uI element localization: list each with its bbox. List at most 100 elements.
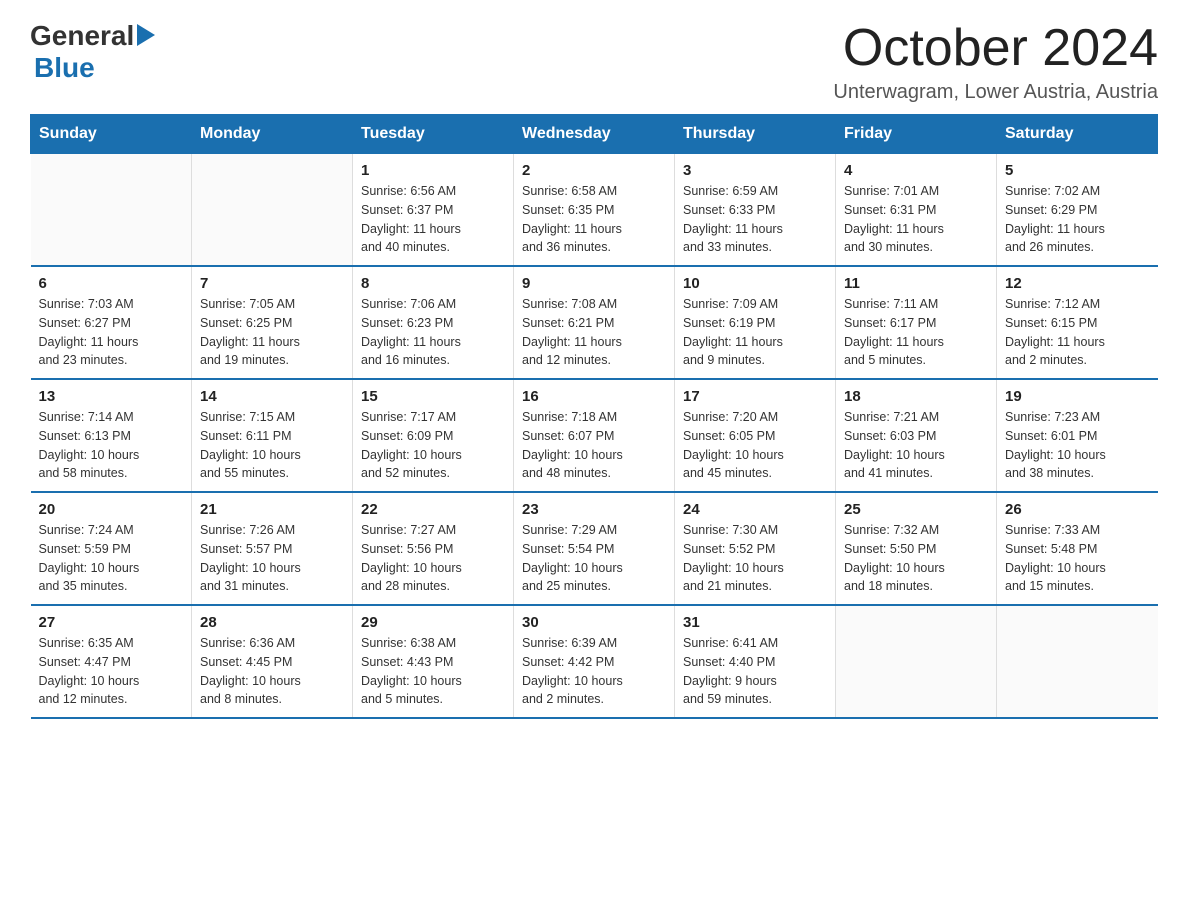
page-header: General Blue October 2024 Unterwagram, L… [30, 20, 1158, 104]
day-number: 1 [361, 162, 505, 179]
day-number: 24 [683, 501, 827, 518]
day-info: Sunrise: 7:06 AM Sunset: 6:23 PM Dayligh… [361, 295, 505, 370]
day-number: 18 [844, 388, 988, 405]
calendar-cell: 1Sunrise: 6:56 AM Sunset: 6:37 PM Daylig… [353, 154, 514, 267]
day-info: Sunrise: 7:26 AM Sunset: 5:57 PM Dayligh… [200, 521, 344, 596]
day-number: 12 [1005, 275, 1150, 292]
calendar-cell: 20 Sunrise: 7:24 AM Sunset: 5:59 PM Dayli… [31, 492, 192, 605]
title-block: October 2024 Unterwagram, Lower Austria,… [833, 20, 1158, 104]
logo-general-text: General [30, 20, 134, 52]
calendar-header: SundayMondayTuesdayWednesdayThursdayFrid… [31, 115, 1158, 154]
day-info: Sunrise: 7:21 AM Sunset: 6:03 PM Dayligh… [844, 408, 988, 483]
day-number: 6 [39, 275, 184, 292]
calendar-cell: 28 Sunrise: 6:36 AM Sunset: 4:45 PM Dayli… [192, 605, 353, 718]
calendar-cell: 22 Sunrise: 7:27 AM Sunset: 5:56 PM Dayli… [353, 492, 514, 605]
day-info: Sunrise: 7:02 AM Sunset: 6:29 PM Dayligh… [1005, 182, 1150, 257]
calendar-cell: 5 Sunrise: 7:02 AM Sunset: 6:29 PM Daylig… [997, 154, 1158, 267]
day-number: 10 [683, 275, 827, 292]
calendar-cell: 8 Sunrise: 7:06 AM Sunset: 6:23 PM Daylig… [353, 266, 514, 379]
calendar-table: SundayMondayTuesdayWednesdayThursdayFrid… [30, 114, 1158, 719]
day-number: 8 [361, 275, 505, 292]
calendar-cell: 29Sunrise: 6:38 AM Sunset: 4:43 PM Dayli… [353, 605, 514, 718]
calendar-cell: 13Sunrise: 7:14 AM Sunset: 6:13 PM Dayli… [31, 379, 192, 492]
day-number: 27 [39, 614, 184, 631]
day-info: Sunrise: 6:35 AM Sunset: 4:47 PM Dayligh… [39, 634, 184, 709]
day-info: Sunrise: 7:17 AM Sunset: 6:09 PM Dayligh… [361, 408, 505, 483]
day-info: Sunrise: 7:32 AM Sunset: 5:50 PM Dayligh… [844, 521, 988, 596]
day-info: Sunrise: 7:29 AM Sunset: 5:54 PM Dayligh… [522, 521, 666, 596]
day-number: 20 [39, 501, 184, 518]
page-title: October 2024 [833, 20, 1158, 77]
calendar-week-row: 6Sunrise: 7:03 AM Sunset: 6:27 PM Daylig… [31, 266, 1158, 379]
day-number: 31 [683, 614, 827, 631]
day-info: Sunrise: 7:01 AM Sunset: 6:31 PM Dayligh… [844, 182, 988, 257]
day-number: 30 [522, 614, 666, 631]
calendar-cell: 6Sunrise: 7:03 AM Sunset: 6:27 PM Daylig… [31, 266, 192, 379]
calendar-header-row: SundayMondayTuesdayWednesdayThursdayFrid… [31, 115, 1158, 154]
day-info: Sunrise: 7:09 AM Sunset: 6:19 PM Dayligh… [683, 295, 827, 370]
calendar-day-header: Tuesday [353, 115, 514, 154]
day-info: Sunrise: 7:18 AM Sunset: 6:07 PM Dayligh… [522, 408, 666, 483]
day-number: 5 [1005, 162, 1150, 179]
calendar-cell [997, 605, 1158, 718]
day-number: 17 [683, 388, 827, 405]
calendar-cell: 17 Sunrise: 7:20 AM Sunset: 6:05 PM Dayli… [675, 379, 836, 492]
calendar-cell: 25 Sunrise: 7:32 AM Sunset: 5:50 PM Dayli… [836, 492, 997, 605]
calendar-cell: 16 Sunrise: 7:18 AM Sunset: 6:07 PM Dayli… [514, 379, 675, 492]
day-number: 28 [200, 614, 344, 631]
day-number: 22 [361, 501, 505, 518]
day-number: 14 [200, 388, 344, 405]
day-number: 2 [522, 162, 666, 179]
calendar-cell: 24 Sunrise: 7:30 AM Sunset: 5:52 PM Dayli… [675, 492, 836, 605]
day-info: Sunrise: 7:30 AM Sunset: 5:52 PM Dayligh… [683, 521, 827, 596]
calendar-cell: 27 Sunrise: 6:35 AM Sunset: 4:47 PM Dayli… [31, 605, 192, 718]
calendar-day-header: Sunday [31, 115, 192, 154]
calendar-cell: 14Sunrise: 7:15 AM Sunset: 6:11 PM Dayli… [192, 379, 353, 492]
day-number: 11 [844, 275, 988, 292]
day-info: Sunrise: 7:14 AM Sunset: 6:13 PM Dayligh… [39, 408, 184, 483]
day-info: Sunrise: 7:24 AM Sunset: 5:59 PM Dayligh… [39, 521, 184, 596]
day-number: 19 [1005, 388, 1150, 405]
calendar-week-row: 13Sunrise: 7:14 AM Sunset: 6:13 PM Dayli… [31, 379, 1158, 492]
calendar-cell: 12Sunrise: 7:12 AM Sunset: 6:15 PM Dayli… [997, 266, 1158, 379]
calendar-cell [31, 154, 192, 267]
day-info: Sunrise: 7:23 AM Sunset: 6:01 PM Dayligh… [1005, 408, 1150, 483]
calendar-cell: 18 Sunrise: 7:21 AM Sunset: 6:03 PM Dayli… [836, 379, 997, 492]
calendar-cell: 2 Sunrise: 6:58 AM Sunset: 6:35 PM Daylig… [514, 154, 675, 267]
calendar-cell: 23 Sunrise: 7:29 AM Sunset: 5:54 PM Dayli… [514, 492, 675, 605]
day-info: Sunrise: 7:27 AM Sunset: 5:56 PM Dayligh… [361, 521, 505, 596]
calendar-cell: 9 Sunrise: 7:08 AM Sunset: 6:21 PM Daylig… [514, 266, 675, 379]
calendar-cell: 10 Sunrise: 7:09 AM Sunset: 6:19 PM Dayli… [675, 266, 836, 379]
calendar-cell: 7 Sunrise: 7:05 AM Sunset: 6:25 PM Daylig… [192, 266, 353, 379]
calendar-cell: 26 Sunrise: 7:33 AM Sunset: 5:48 PM Dayli… [997, 492, 1158, 605]
day-info: Sunrise: 6:58 AM Sunset: 6:35 PM Dayligh… [522, 182, 666, 257]
calendar-cell: 19 Sunrise: 7:23 AM Sunset: 6:01 PM Dayli… [997, 379, 1158, 492]
day-number: 26 [1005, 501, 1150, 518]
day-info: Sunrise: 7:33 AM Sunset: 5:48 PM Dayligh… [1005, 521, 1150, 596]
day-number: 23 [522, 501, 666, 518]
day-number: 21 [200, 501, 344, 518]
calendar-cell: 30 Sunrise: 6:39 AM Sunset: 4:42 PM Dayli… [514, 605, 675, 718]
day-info: Sunrise: 6:38 AM Sunset: 4:43 PM Dayligh… [361, 634, 505, 709]
day-info: Sunrise: 6:36 AM Sunset: 4:45 PM Dayligh… [200, 634, 344, 709]
calendar-cell: 3Sunrise: 6:59 AM Sunset: 6:33 PM Daylig… [675, 154, 836, 267]
day-number: 25 [844, 501, 988, 518]
calendar-day-header: Monday [192, 115, 353, 154]
day-info: Sunrise: 7:05 AM Sunset: 6:25 PM Dayligh… [200, 295, 344, 370]
day-info: Sunrise: 6:59 AM Sunset: 6:33 PM Dayligh… [683, 182, 827, 257]
logo-blue-text: Blue [34, 52, 95, 84]
day-number: 9 [522, 275, 666, 292]
day-number: 16 [522, 388, 666, 405]
day-info: Sunrise: 7:08 AM Sunset: 6:21 PM Dayligh… [522, 295, 666, 370]
day-number: 7 [200, 275, 344, 292]
calendar-body: 1Sunrise: 6:56 AM Sunset: 6:37 PM Daylig… [31, 154, 1158, 719]
page-subtitle: Unterwagram, Lower Austria, Austria [833, 81, 1158, 104]
day-info: Sunrise: 7:11 AM Sunset: 6:17 PM Dayligh… [844, 295, 988, 370]
calendar-cell [192, 154, 353, 267]
day-info: Sunrise: 7:20 AM Sunset: 6:05 PM Dayligh… [683, 408, 827, 483]
logo-arrow-icon [137, 24, 155, 51]
calendar-cell: 21 Sunrise: 7:26 AM Sunset: 5:57 PM Dayli… [192, 492, 353, 605]
day-number: 15 [361, 388, 505, 405]
day-info: Sunrise: 6:39 AM Sunset: 4:42 PM Dayligh… [522, 634, 666, 709]
calendar-day-header: Saturday [997, 115, 1158, 154]
